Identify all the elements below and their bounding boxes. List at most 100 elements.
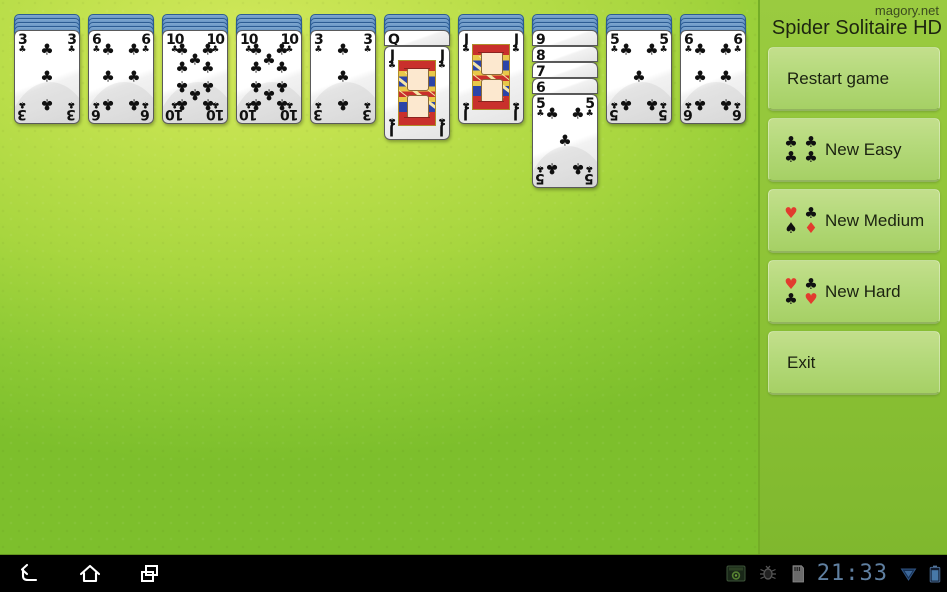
pip-club: ♣ (188, 50, 202, 69)
menu-item-new-medium[interactable]: ♥ ♣ ♠ ♦ New Medium (768, 189, 940, 253)
card-corner-top: 3 ♣ (18, 32, 28, 55)
card-6-club[interactable]: 6♣ (532, 78, 598, 94)
pip-club: ♣ (262, 85, 276, 104)
card-corner-bottom: 6 ♣ (141, 99, 150, 122)
card-corner-top: 6♣ (536, 80, 546, 94)
pip-club: ♣ (693, 95, 707, 114)
pip-club: ♣ (201, 40, 215, 59)
card-corner-top: Q♣ (388, 32, 400, 46)
card-corner-top: 6♣ (684, 32, 694, 55)
pip-club: ♣ (719, 40, 733, 59)
pip-club: ♣ (619, 40, 633, 59)
back-button[interactable] (0, 563, 60, 585)
card-corner-top: 7♣ (536, 64, 546, 78)
card-corner-bottom: J ♣ (437, 115, 446, 138)
face-card-artwork (398, 60, 436, 126)
tableau[interactable]: 3 ♣ 3 ♣ 3 ♣ 3 ♣ ♣ ♣ ♣ 6 ♣ 6 ♣ 6 ♣ 6 ♣ ♣ ♣ ♣ ♣ ♣ ♣ 10 ♣ 10 ♣ 10 ♣ 10 ♣ ♣ ♣ ♣… (0, 0, 758, 555)
pip-club: ♣ (545, 104, 559, 123)
card-3-club[interactable]: 3 ♣ 3 ♣ 3 ♣ 3 ♣ ♣ ♣ ♣ (14, 30, 80, 124)
menu-item-new-easy[interactable]: ♣ ♣ ♣ ♣ New Easy (768, 118, 940, 182)
recent-apps-button[interactable] (120, 563, 180, 585)
wifi-icon (900, 565, 917, 582)
card-corner-top-right: J ♣ (511, 32, 520, 55)
pip-club: ♣ (101, 95, 115, 114)
card-pips: ♣ ♣ ♣ (324, 40, 362, 113)
pip-club: ♣ (336, 67, 350, 86)
card-corner-top-right: 6 ♣ (141, 32, 151, 55)
pip-club: ♣ (262, 50, 276, 69)
card-pips: ♣ ♣ ♣ ♣ ♣ ♣ ♣ ♣ ♣ ♣ (249, 42, 289, 114)
pip-club: ♣ (719, 67, 733, 86)
card-Q-club[interactable]: Q♣ (384, 30, 450, 46)
card-9-club[interactable]: 9♣ (532, 30, 598, 46)
card-corner-bottom-left: 6 ♣ (92, 99, 101, 122)
pip-club: ♣ (336, 40, 350, 59)
card-J-club[interactable]: J ♣ J ♣ J ♣ J ♣ (458, 30, 524, 124)
menu-item-restart-game[interactable]: Restart game (768, 47, 940, 111)
card-corner-bottom-left: J ♣ (388, 115, 397, 138)
card-7-club[interactable]: 7♣ (532, 62, 598, 78)
card-pips: ♣ ♣ ♣ ♣ ♣ (545, 104, 585, 177)
menu-item-label: New Hard (825, 281, 901, 301)
suit-diamond-icon: ♦ (804, 218, 818, 237)
card-corner-top: 5 ♣ (610, 32, 620, 55)
pip-club: ♣ (40, 40, 54, 59)
card-5-club[interactable]: 5 ♣ 5 ♣ 5 ♣ 5 ♣ ♣ ♣ ♣ ♣ ♣ (532, 94, 598, 188)
card-corner-top: J ♣ (388, 48, 397, 71)
card-corner-bottom-left: 3 ♣ (18, 99, 27, 122)
menu-list: Restart game ♣ ♣ ♣ ♣ New Easy ♥ ♣ ♠ ♦ New Medium ♥ ♣… (760, 47, 947, 395)
pip-club: ♣ (175, 77, 189, 96)
card-corner-bottom: 6 ♣ (733, 99, 742, 122)
card-corner-top-right: 6 ♣ (733, 32, 743, 55)
card-6-club[interactable]: 6 ♣ 6 ♣ 6 ♣ 6 ♣ ♣ ♣ ♣ ♣ ♣ ♣ (680, 30, 746, 124)
card-corner-bottom: 5 ♣ (585, 163, 594, 186)
suit-club-icon: ♣ (784, 289, 798, 308)
card-corner-top: 3 ♣ (314, 32, 324, 55)
card-10-club[interactable]: 10 ♣ 10 ♣ 10 ♣ 10 ♣ ♣ ♣ ♣ ♣ ♣ ♣ ♣ ♣ ♣ ♣ (236, 30, 302, 124)
card-corner-bottom-left: 5 ♣ (610, 99, 619, 122)
card-corner-bottom: 3 ♣ (363, 99, 372, 122)
suit-grid-icon: ♣ ♣ ♣ ♣ (781, 134, 821, 166)
pip-club: ♣ (127, 95, 141, 114)
pip-club: ♣ (275, 95, 289, 114)
sd-card-icon (790, 564, 805, 583)
card-corner-top: 5 ♣ (536, 96, 546, 119)
card-10-club[interactable]: 10 ♣ 10 ♣ 10 ♣ 10 ♣ ♣ ♣ ♣ ♣ ♣ ♣ ♣ ♣ ♣ ♣ (162, 30, 228, 124)
card-corner-top: 8♣ (536, 48, 546, 62)
brand-label: magory.net (874, 3, 939, 18)
card-corner-bottom: 5 ♣ (659, 99, 668, 122)
page-title: Spider Solitaire HD (771, 17, 942, 39)
pip-club: ♣ (249, 95, 263, 114)
menu-item-label: New Medium (825, 210, 925, 230)
card-corner-top: 9♣ (536, 32, 546, 46)
pip-club: ♣ (249, 77, 263, 96)
card-3-club[interactable]: 3 ♣ 3 ♣ 3 ♣ 3 ♣ ♣ ♣ ♣ (310, 30, 376, 124)
suit-club-icon: ♣ (784, 147, 798, 166)
card-corner-top: J ♣ (462, 32, 471, 55)
pip-club: ♣ (571, 104, 585, 123)
pip-club: ♣ (719, 95, 733, 114)
pip-club: ♣ (175, 40, 189, 59)
status-bar-icons: 21:33 (726, 555, 941, 592)
home-button[interactable] (60, 563, 120, 585)
usb-debug-bug-icon (758, 565, 778, 582)
pip-club: ♣ (645, 40, 659, 59)
suit-grid-icon: ♥ ♣ ♣ ♥ (781, 276, 821, 308)
pip-club: ♣ (693, 67, 707, 86)
menu-item-label: Exit (787, 352, 816, 372)
pip-club: ♣ (175, 95, 189, 114)
pip-club: ♣ (275, 58, 289, 77)
card-8-club[interactable]: 8♣ (532, 46, 598, 62)
pip-club: ♣ (249, 58, 263, 77)
menu-item-exit[interactable]: Exit (768, 331, 940, 395)
suit-heart-icon: ♥ (804, 289, 818, 308)
pip-club: ♣ (127, 40, 141, 59)
pip-club: ♣ (201, 77, 215, 96)
pip-club: ♣ (101, 40, 115, 59)
card-J-club[interactable]: J ♣ J ♣ J ♣ J ♣ (384, 46, 450, 140)
card-5-club[interactable]: 5 ♣ 5 ♣ 5 ♣ 5 ♣ ♣ ♣ ♣ ♣ ♣ (606, 30, 672, 124)
card-6-club[interactable]: 6 ♣ 6 ♣ 6 ♣ 6 ♣ ♣ ♣ ♣ ♣ ♣ ♣ (88, 30, 154, 124)
pip-club: ♣ (558, 131, 572, 150)
menu-item-new-hard[interactable]: ♥ ♣ ♣ ♥ New Hard (768, 260, 940, 324)
pip-club: ♣ (188, 85, 202, 104)
